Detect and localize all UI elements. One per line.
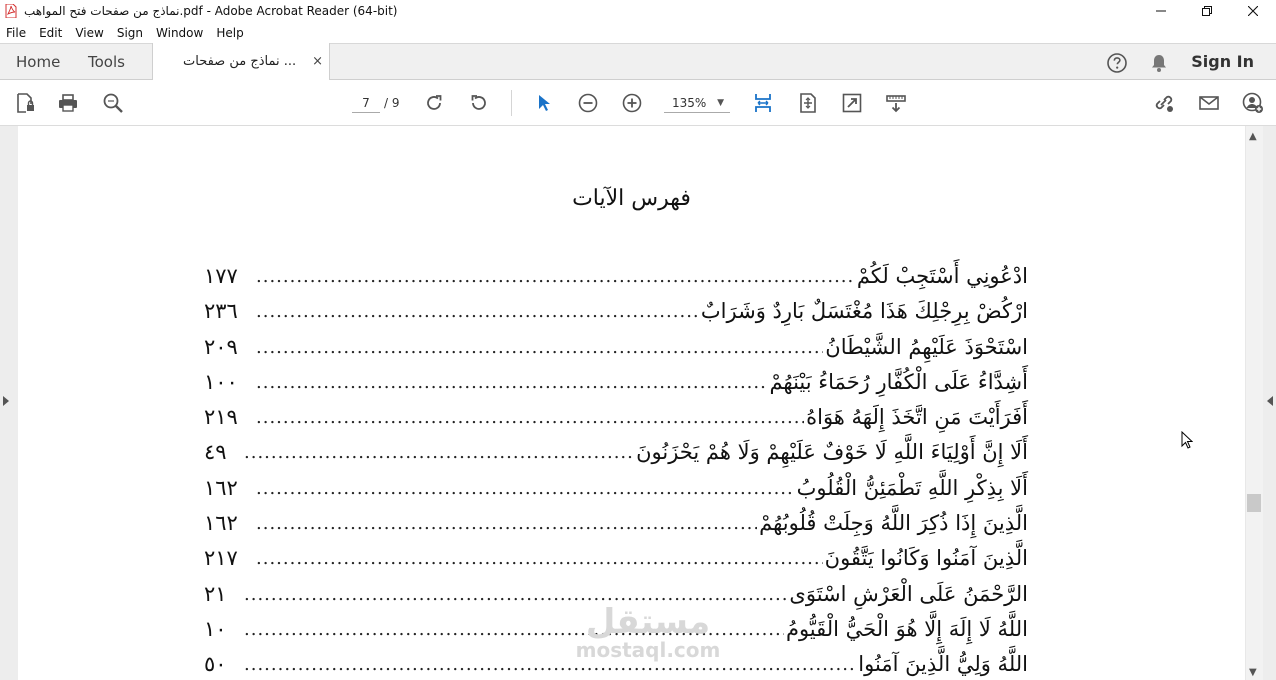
page-ref: ١٠٠ — [204, 369, 238, 394]
full-screen-icon[interactable] — [840, 91, 864, 115]
page-heading: فهرس الآيات — [572, 186, 691, 211]
expand-left-pane-icon[interactable] — [3, 396, 9, 406]
rotate-counterclockwise-icon[interactable] — [467, 91, 491, 115]
verse-text: الَّذِينَ إِذَا ذُكِرَ اللَّهُ وَجِلَتْ … — [757, 511, 1028, 536]
rotate-clockwise-icon[interactable] — [422, 91, 446, 115]
menu-sign[interactable]: Sign — [117, 26, 143, 40]
chevron-down-icon: ▼ — [717, 98, 724, 108]
help-icon[interactable] — [1106, 52, 1128, 74]
notification-bell-icon[interactable] — [1148, 52, 1170, 74]
verse-text: الرَّحْمَنُ عَلَى الْعَرْشِ اسْتَوَى — [787, 581, 1028, 606]
verse-text: أَلَا إِنَّ أَوْلِيَاءَ اللَّهِ لَا خَوْ… — [634, 440, 1028, 465]
share-link-icon[interactable] — [1152, 91, 1176, 115]
page-ref: ٢١ — [204, 581, 227, 606]
search-icon[interactable] — [101, 91, 125, 115]
tab-home[interactable]: Home — [16, 44, 60, 80]
verse-text: اسْتَحْوَذَ عَلَيْهِمُ الشَّيْطَانُ — [823, 334, 1028, 359]
document-tab-label: نماذج من صفحات ... — [183, 54, 297, 69]
scroll-up-icon[interactable]: ▲ — [1249, 131, 1257, 142]
menu-bar: File Edit View Sign Window Help — [0, 22, 1276, 43]
list-item: ........................................… — [204, 264, 1028, 299]
pdf-page: فهرس الآيات ............................… — [18, 126, 1245, 680]
menu-edit[interactable]: Edit — [39, 26, 62, 40]
email-icon[interactable] — [1197, 91, 1221, 115]
toolbar-divider — [511, 90, 512, 116]
page-number-input[interactable]: 7 — [352, 93, 380, 113]
sign-in-button[interactable]: Sign In — [1191, 44, 1254, 80]
menu-window[interactable]: Window — [156, 26, 203, 40]
verse-text: أَشِدَّاءُ عَلَى الْكُفَّارِ رُحَمَاءُ ب… — [767, 369, 1028, 394]
zoom-level-dropdown[interactable]: 135% ▼ — [664, 93, 730, 113]
expand-right-pane-icon[interactable] — [1267, 396, 1273, 406]
page-ref: ٢٣٦ — [204, 299, 238, 324]
fit-page-width-icon[interactable] — [751, 91, 775, 115]
watermark-arabic: مستقل — [585, 602, 711, 642]
document-viewport[interactable]: فهرس الآيات ............................… — [0, 126, 1276, 680]
fit-page-icon[interactable] — [796, 91, 820, 115]
mouse-pointer-icon — [1181, 430, 1194, 452]
print-icon[interactable] — [56, 91, 80, 115]
zoom-in-icon[interactable] — [620, 91, 644, 115]
pdf-file-icon — [4, 4, 18, 18]
tab-row: Home Tools نماذج من صفحات ... × Sign In — [0, 43, 1276, 80]
list-item: ........................................… — [204, 334, 1028, 370]
left-pane-collapsed — [0, 126, 18, 680]
page-ref: ٢١٩ — [204, 405, 238, 430]
scroll-down-icon[interactable]: ▼ — [1249, 667, 1257, 678]
select-cursor-icon[interactable] — [532, 91, 556, 115]
page-ref: ١٠ — [204, 616, 227, 641]
vertical-scrollbar[interactable]: ▲ ▼ — [1246, 126, 1263, 680]
watermark: مستقل mostaql.com — [558, 604, 738, 660]
page-ref: ٢١٧ — [204, 546, 238, 571]
restore-button[interactable] — [1184, 0, 1230, 22]
list-item: ........................................… — [204, 511, 1028, 546]
close-tab-icon[interactable]: × — [312, 43, 323, 80]
verse-text: أَفَرَأَيْتَ مَنِ اتَّخَذَ إِلَهَهُ هَوَ… — [804, 405, 1028, 430]
list-item: ........................................… — [204, 405, 1028, 440]
list-item: ........................................… — [204, 369, 1028, 405]
verse-text: ادْعُونِي أَسْتَجِبْ لَكُمْ — [854, 264, 1028, 288]
verse-text: اللَّهُ لَا إِلَهَ إِلَّا هُوَ الْحَيُّ … — [783, 616, 1028, 641]
verse-text: اللَّهُ وَلِيُّ الَّذِينَ آمَنُوا — [856, 652, 1028, 677]
scrollbar-thumb[interactable] — [1247, 494, 1261, 512]
toolbar: 7 / 9 135% ▼ — [0, 80, 1276, 126]
watermark-latin: mostaql.com — [575, 638, 721, 662]
zoom-out-icon[interactable] — [576, 91, 600, 115]
menu-help[interactable]: Help — [216, 26, 243, 40]
minimize-button[interactable] — [1138, 0, 1184, 22]
zoom-level-value: 135% — [672, 96, 707, 110]
page-ref: ٥٠ — [204, 652, 227, 677]
read-mode-icon[interactable] — [884, 91, 908, 115]
page-ref: ٤٩ — [204, 440, 227, 465]
menu-file[interactable]: File — [6, 26, 26, 40]
list-item: ........................................… — [204, 440, 1028, 475]
title-bar: نماذج من صفحات فتح المواهب.pdf - Adobe A… — [0, 0, 1276, 22]
verse-text: أَلَا بِذِكْرِ اللَّهِ تَطْمَئِنُّ الْقُ… — [794, 475, 1028, 500]
list-item: ........................................… — [204, 299, 1028, 334]
verse-text: ارْكُضْ بِرِجْلِكَ هَذَا مُغْتَسَلٌ بَار… — [698, 299, 1028, 324]
page-total: / 9 — [384, 96, 400, 110]
tab-tools[interactable]: Tools — [88, 44, 125, 80]
page-ref: ١٦٢ — [204, 475, 238, 500]
list-item: ........................................… — [204, 475, 1028, 511]
list-item: ........................................… — [204, 546, 1028, 581]
page-ref: ٢٠٩ — [204, 334, 238, 359]
close-window-button[interactable] — [1230, 0, 1276, 22]
tab-document[interactable]: نماذج من صفحات ... × — [152, 43, 330, 80]
page-ref: ١٧٧ — [204, 264, 238, 288]
protect-file-icon[interactable] — [13, 91, 37, 115]
page-ref: ١٦٢ — [204, 511, 238, 536]
window-title: نماذج من صفحات فتح المواهب.pdf - Adobe A… — [24, 4, 398, 18]
verse-text: الَّذِينَ آمَنُوا وَكَانُوا يَتَّقُونَ — [822, 546, 1028, 571]
menu-view[interactable]: View — [75, 26, 103, 40]
add-user-icon[interactable] — [1241, 91, 1265, 115]
